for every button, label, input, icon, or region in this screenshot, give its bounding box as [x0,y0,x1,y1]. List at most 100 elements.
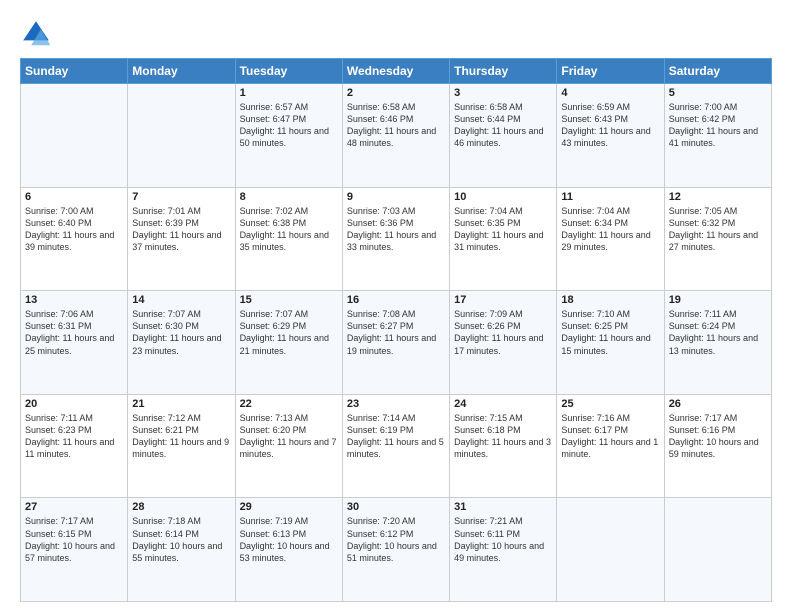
day-number: 3 [454,87,552,99]
day-cell: 7 Sunrise: 7:01 AM Sunset: 6:39 PM Daylig… [128,187,235,291]
day-cell [557,498,664,602]
day-cell: 21Sunrise: 7:12 AM Sunset: 6:21 PM Dayli… [128,394,235,498]
day-info: Sunrise: 7:06 AM Sunset: 6:31 PM Dayligh… [25,308,123,357]
day-number: 29 [240,501,338,513]
day-header-tuesday: Tuesday [235,59,342,84]
day-cell: 28 Sunrise: 7:18 AM Sunset: 6:14 PM Dayli… [128,498,235,602]
day-number: 31 [454,501,552,513]
day-info: Sunrise: 7:07 AM Sunset: 6:30 PM Dayligh… [132,308,230,357]
day-cell: 3 Sunrise: 6:58 AM Sunset: 6:44 PM Daylig… [450,84,557,188]
day-info: Sunrise: 7:20 AM Sunset: 6:12 PM Dayligh… [347,515,445,564]
day-info: Sunrise: 7:19 AM Sunset: 6:13 PM Dayligh… [240,515,338,564]
day-number: 4 [561,87,659,99]
day-header-saturday: Saturday [664,59,771,84]
day-info: Sunrise: 7:11 AM Sunset: 6:24 PM Dayligh… [669,308,767,357]
day-cell: 1 Sunrise: 6:57 AM Sunset: 6:47 PM Daylig… [235,84,342,188]
day-cell: 9 Sunrise: 7:03 AM Sunset: 6:36 PM Daylig… [342,187,449,291]
day-number: 16 [347,294,445,306]
day-cell: 26 Sunrise: 7:17 AM Sunset: 6:16 PM Dayli… [664,394,771,498]
day-info: Sunrise: 7:10 AM Sunset: 6:25 PM Dayligh… [561,308,659,357]
day-info: Sunrise: 7:18 AM Sunset: 6:14 PM Dayligh… [132,515,230,564]
day-number: 13 [25,294,123,306]
day-number: 2 [347,87,445,99]
calendar-header: SundayMondayTuesdayWednesdayThursdayFrid… [21,59,772,84]
day-header-wednesday: Wednesday [342,59,449,84]
day-info: Sunrise: 7:05 AM Sunset: 6:32 PM Dayligh… [669,205,767,254]
day-cell: 15Sunrise: 7:07 AM Sunset: 6:29 PM Dayli… [235,291,342,395]
day-cell: 23 Sunrise: 7:14 AM Sunset: 6:19 PM Dayli… [342,394,449,498]
day-number: 5 [669,87,767,99]
day-info: Sunrise: 7:14 AM Sunset: 6:19 PM Dayligh… [347,412,445,461]
week-row-3: 13 Sunrise: 7:06 AM Sunset: 6:31 PM Dayli… [21,291,772,395]
week-row-1: 1 Sunrise: 6:57 AM Sunset: 6:47 PM Daylig… [21,84,772,188]
day-number: 30 [347,501,445,513]
day-info: Sunrise: 7:00 AM Sunset: 6:40 PM Dayligh… [25,205,123,254]
day-info: Sunrise: 7:02 AM Sunset: 6:38 PM Dayligh… [240,205,338,254]
day-cell: 18 Sunrise: 7:10 AM Sunset: 6:25 PM Dayli… [557,291,664,395]
day-cell: 13 Sunrise: 7:06 AM Sunset: 6:31 PM Dayli… [21,291,128,395]
logo [20,18,56,50]
day-number: 9 [347,191,445,203]
day-number: 12 [669,191,767,203]
week-row-2: 6Sunrise: 7:00 AM Sunset: 6:40 PM Daylig… [21,187,772,291]
day-cell: 10Sunrise: 7:04 AM Sunset: 6:35 PM Dayli… [450,187,557,291]
header [20,18,772,50]
day-cell: 25 Sunrise: 7:16 AM Sunset: 6:17 PM Dayli… [557,394,664,498]
day-cell: 30 Sunrise: 7:20 AM Sunset: 6:12 PM Dayli… [342,498,449,602]
day-info: Sunrise: 7:17 AM Sunset: 6:15 PM Dayligh… [25,515,123,564]
day-number: 18 [561,294,659,306]
day-info: Sunrise: 7:01 AM Sunset: 6:39 PM Dayligh… [132,205,230,254]
day-info: Sunrise: 7:17 AM Sunset: 6:16 PM Dayligh… [669,412,767,461]
day-cell: 22 Sunrise: 7:13 AM Sunset: 6:20 PM Dayli… [235,394,342,498]
day-number: 28 [132,501,230,513]
day-header-friday: Friday [557,59,664,84]
day-info: Sunrise: 6:59 AM Sunset: 6:43 PM Dayligh… [561,101,659,150]
day-number: 10 [454,191,552,203]
day-cell: 20Sunrise: 7:11 AM Sunset: 6:23 PM Dayli… [21,394,128,498]
day-number: 19 [669,294,767,306]
day-info: Sunrise: 7:21 AM Sunset: 6:11 PM Dayligh… [454,515,552,564]
day-number: 15 [240,294,338,306]
day-cell: 17Sunrise: 7:09 AM Sunset: 6:26 PM Dayli… [450,291,557,395]
day-cell [21,84,128,188]
page: SundayMondayTuesdayWednesdayThursdayFrid… [0,0,792,612]
day-cell: 27 Sunrise: 7:17 AM Sunset: 6:15 PM Dayli… [21,498,128,602]
day-info: Sunrise: 7:11 AM Sunset: 6:23 PM Dayligh… [25,412,123,461]
calendar: SundayMondayTuesdayWednesdayThursdayFrid… [20,58,772,602]
day-cell: 2 Sunrise: 6:58 AM Sunset: 6:46 PM Daylig… [342,84,449,188]
day-number: 7 [132,191,230,203]
day-info: Sunrise: 7:03 AM Sunset: 6:36 PM Dayligh… [347,205,445,254]
day-number: 27 [25,501,123,513]
day-number: 22 [240,398,338,410]
day-cell: 16Sunrise: 7:08 AM Sunset: 6:27 PM Dayli… [342,291,449,395]
day-number: 1 [240,87,338,99]
logo-icon [20,18,52,50]
day-info: Sunrise: 7:00 AM Sunset: 6:42 PM Dayligh… [669,101,767,150]
day-number: 25 [561,398,659,410]
day-number: 8 [240,191,338,203]
day-number: 23 [347,398,445,410]
day-number: 26 [669,398,767,410]
day-cell: 14Sunrise: 7:07 AM Sunset: 6:30 PM Dayli… [128,291,235,395]
day-cell: 29 Sunrise: 7:19 AM Sunset: 6:13 PM Dayli… [235,498,342,602]
day-info: Sunrise: 7:04 AM Sunset: 6:34 PM Dayligh… [561,205,659,254]
day-info: Sunrise: 7:13 AM Sunset: 6:20 PM Dayligh… [240,412,338,461]
day-number: 21 [132,398,230,410]
day-header-thursday: Thursday [450,59,557,84]
week-row-5: 27 Sunrise: 7:17 AM Sunset: 6:15 PM Dayli… [21,498,772,602]
header-row: SundayMondayTuesdayWednesdayThursdayFrid… [21,59,772,84]
day-cell: 6Sunrise: 7:00 AM Sunset: 6:40 PM Daylig… [21,187,128,291]
day-header-sunday: Sunday [21,59,128,84]
day-header-monday: Monday [128,59,235,84]
day-info: Sunrise: 7:16 AM Sunset: 6:17 PM Dayligh… [561,412,659,461]
calendar-body: 1 Sunrise: 6:57 AM Sunset: 6:47 PM Daylig… [21,84,772,602]
week-row-4: 20Sunrise: 7:11 AM Sunset: 6:23 PM Dayli… [21,394,772,498]
day-info: Sunrise: 6:58 AM Sunset: 6:44 PM Dayligh… [454,101,552,150]
day-number: 11 [561,191,659,203]
day-info: Sunrise: 6:57 AM Sunset: 6:47 PM Dayligh… [240,101,338,150]
day-info: Sunrise: 7:15 AM Sunset: 6:18 PM Dayligh… [454,412,552,461]
day-cell: 19 Sunrise: 7:11 AM Sunset: 6:24 PM Dayli… [664,291,771,395]
day-cell [664,498,771,602]
day-info: Sunrise: 6:58 AM Sunset: 6:46 PM Dayligh… [347,101,445,150]
day-number: 24 [454,398,552,410]
